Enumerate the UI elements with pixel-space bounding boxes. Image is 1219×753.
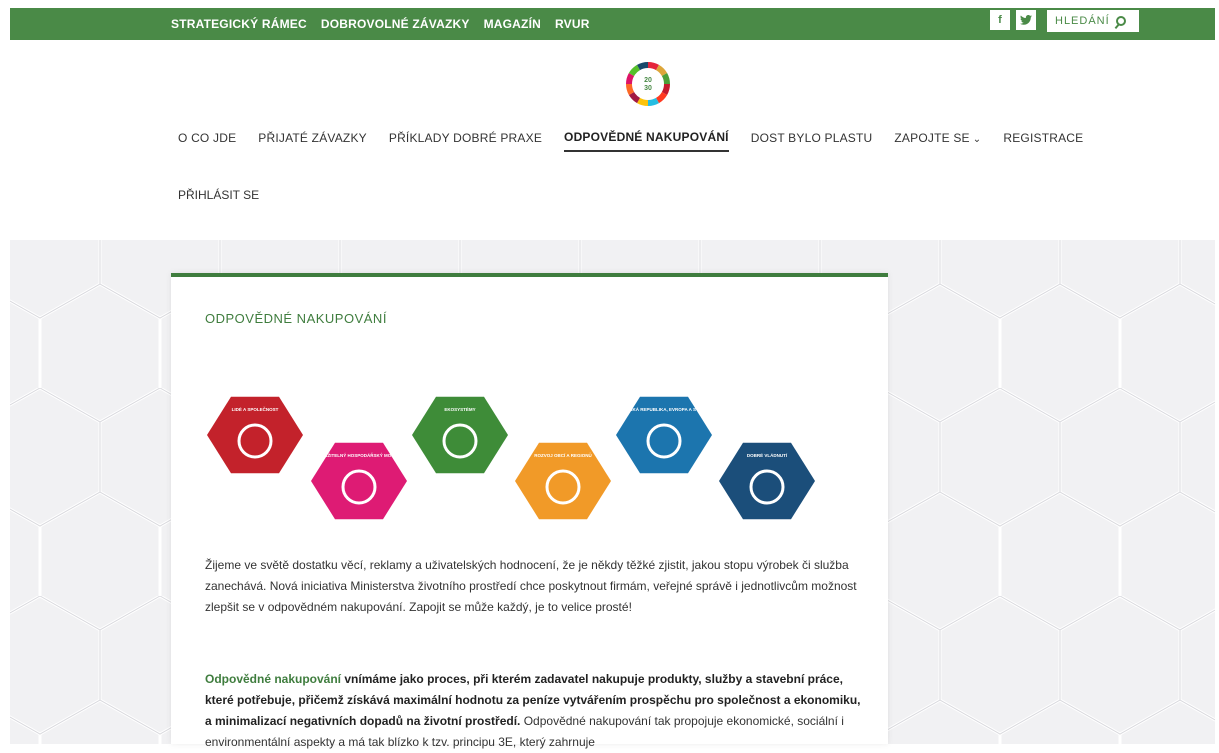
nav-item-zapojte-se-label: ZAPOJTE SE — [894, 131, 970, 145]
pillar-hexagon: DOBRÉ VLÁDNUTÍ — [719, 442, 815, 520]
nav-item-odpovedne-nakupovani[interactable]: ODPOVĚDNÉ NAKUPOVÁNÍ — [564, 130, 729, 152]
chevron-down-icon: ⌄ — [972, 134, 982, 145]
toplink-dobrovolne-zavazky[interactable]: DOBROVOLNÉ ZÁVAZKY — [321, 17, 470, 31]
pillar-hexagon-label: UDRŽITELNÝ HOSPODÁŘSKÝ MODEL — [318, 451, 401, 458]
logo-text-bottom: 30 — [644, 85, 652, 92]
twitter-icon[interactable] — [1016, 10, 1036, 30]
search-box[interactable]: HLEDÁNÍ — [1047, 10, 1139, 32]
pillar-hexagon-label: ČESKÁ REPUBLIKA, EVROPA A SVĚT — [623, 405, 705, 412]
toplink-strategicky-ramec[interactable]: STRATEGICKÝ RÁMEC — [171, 17, 307, 31]
nav-item-dost-bylo-plastu[interactable]: DOST BYLO PLASTU — [751, 131, 873, 151]
definition-paragraph: Odpovědné nakupování vnímáme jako proces… — [205, 669, 865, 753]
login-link[interactable]: PŘIHLÁSIT SE — [178, 188, 259, 202]
top-links: STRATEGICKÝ RÁMEC DOBROVOLNÉ ZÁVAZKY MAG… — [171, 8, 590, 40]
pillar-hexagon: ROZVOJ OBCÍ A REGIONŮ — [515, 442, 611, 520]
search-icon[interactable] — [1115, 16, 1126, 26]
main-navigation: O CO JDE PŘIJATÉ ZÁVAZKY PŘÍKLADY DOBRÉ … — [178, 130, 1083, 152]
nav-item-prijate-zavazky[interactable]: PŘIJATÉ ZÁVAZKY — [258, 131, 367, 151]
nav-item-zapojte-se[interactable]: ZAPOJTE SE ⌄ — [894, 131, 981, 151]
pillar-hexagon-label: ROZVOJ OBCÍ A REGIONŮ — [534, 451, 591, 458]
nav-item-registrace[interactable]: REGISTRACE — [1003, 131, 1083, 151]
top-bar: STRATEGICKÝ RÁMEC DOBROVOLNÉ ZÁVAZKY MAG… — [10, 8, 1215, 40]
content-card: ODPOVĚDNÉ NAKUPOVÁNÍ LIDÉ A SPOLEČNOST UD… — [171, 273, 888, 749]
pillar-hexagon: UDRŽITELNÝ HOSPODÁŘSKÝ MODEL — [311, 442, 407, 520]
pillar-hexagon: EKOSYSTÉMY — [412, 396, 508, 474]
page-title: ODPOVĚDNÉ NAKUPOVÁNÍ — [205, 311, 387, 326]
toplink-rvur[interactable]: RVUR — [555, 17, 590, 31]
facebook-icon[interactable]: f — [990, 10, 1010, 30]
pillar-hexagon-label: LIDÉ A SPOLEČNOST — [232, 405, 279, 412]
definition-highlight: Odpovědné nakupování — [205, 672, 342, 686]
pillar-hexagon: ČESKÁ REPUBLIKA, EVROPA A SVĚT — [616, 396, 712, 474]
nav-item-o-co-jde[interactable]: O CO JDE — [178, 131, 236, 151]
pillar-hexagon-label: DOBRÉ VLÁDNUTÍ — [747, 451, 788, 458]
logo-text-top: 20 — [644, 77, 652, 84]
intro-paragraph: Žijeme ve světě dostatku věcí, reklamy a… — [205, 558, 857, 614]
social-links: f — [990, 10, 1036, 30]
site-logo[interactable]: 20 30 — [624, 60, 672, 108]
search-label: HLEDÁNÍ — [1055, 15, 1110, 27]
pillars-image: LIDÉ A SPOLEČNOST UDRŽITELNÝ HOSPODÁŘSKÝ … — [205, 389, 817, 529]
toplink-magazin[interactable]: MAGAZÍN — [484, 17, 541, 31]
nav-item-priklady-dobre-praxe[interactable]: PŘÍKLADY DOBRÉ PRAXE — [389, 131, 542, 151]
pillar-hexagon-label: EKOSYSTÉMY — [444, 405, 475, 412]
pillar-hexagon: LIDÉ A SPOLEČNOST — [207, 396, 303, 474]
